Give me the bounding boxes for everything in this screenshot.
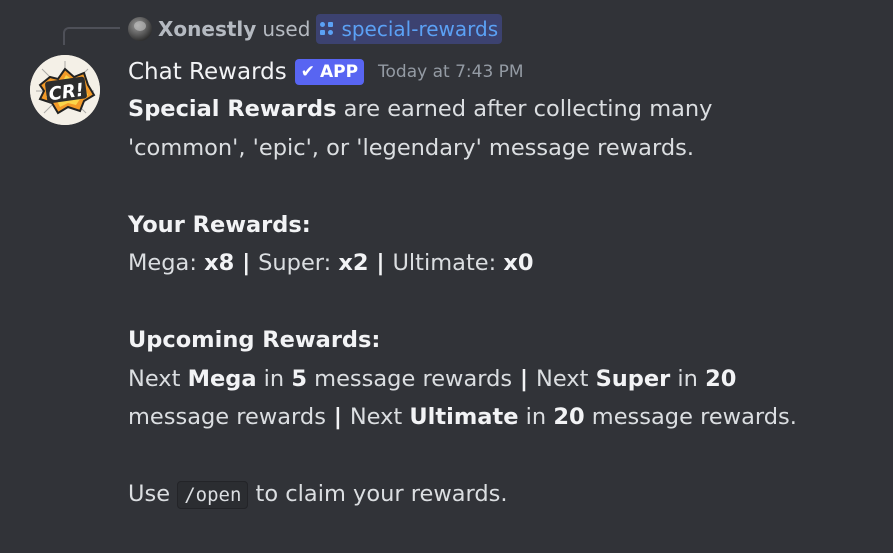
in-label: in <box>256 365 292 392</box>
bot-username[interactable]: Chat Rewards <box>128 59 287 85</box>
slash-command-icon <box>320 21 334 36</box>
ultimate-value: x0 <box>503 250 534 276</box>
super-label: Super: <box>258 250 339 276</box>
command-used-line: Xonestly used special-rewards <box>128 14 503 44</box>
next-label: Next <box>128 365 188 392</box>
message-rewards-text: message rewards <box>128 404 326 430</box>
message-content: Special Rewards are earned after collect… <box>128 90 868 515</box>
verified-check-icon: ✔ <box>300 62 315 82</box>
your-rewards-section: Your Rewards: Mega: x8 | Super: x2 | Ulti… <box>128 206 868 283</box>
intro-bold: Special Rewards <box>128 96 337 122</box>
message-header: Chat Rewards ✔ APP Today at 7:43 PM <box>128 56 524 88</box>
separator: | <box>368 250 393 276</box>
in-label: in <box>518 404 554 430</box>
separator: | <box>512 365 536 392</box>
super-count: 20 <box>705 365 737 392</box>
next-label: Next <box>535 365 596 392</box>
super-value: x2 <box>338 250 369 276</box>
mega-count: 5 <box>291 365 308 392</box>
separator: | <box>325 404 350 430</box>
user-avatar[interactable] <box>128 17 152 41</box>
ultimate-word: Ultimate <box>409 404 519 430</box>
upcoming-heading: Upcoming Rewards: <box>128 327 381 353</box>
intro-text: are earned after collecting many <box>336 96 713 122</box>
claim-instruction: Use /open to claim your rewards. <box>128 475 868 515</box>
use-label: Use <box>128 481 178 507</box>
ultimate-count: 20 <box>553 404 585 430</box>
command-mention[interactable]: special-rewards <box>316 14 503 44</box>
claim-text: to claim your rewards. <box>248 481 508 507</box>
your-rewards-heading: Your Rewards: <box>128 211 311 238</box>
intro-paragraph: Special Rewards are earned after collect… <box>128 90 868 167</box>
ultimate-label: Ultimate: <box>392 250 504 276</box>
mega-value: x8 <box>204 250 235 276</box>
in-label: in <box>670 365 706 392</box>
bot-avatar[interactable]: CR! <box>30 55 100 125</box>
mega-label: Mega: <box>128 250 205 276</box>
mega-word: Mega <box>187 365 257 392</box>
reply-username[interactable]: Xonestly <box>158 17 256 41</box>
command-name: special-rewards <box>341 16 499 41</box>
message-rewards-text: message rewards <box>307 365 513 392</box>
used-label: used <box>262 17 311 41</box>
intro-text-line2: 'common', 'epic', or 'legendary' message… <box>128 134 694 161</box>
app-badge: ✔ APP <box>294 59 365 85</box>
upcoming-rewards-section: Upcoming Rewards: Next Mega in 5 message … <box>128 321 868 437</box>
open-command-code: /open <box>177 481 249 509</box>
separator: | <box>234 250 259 276</box>
super-word: Super <box>595 365 671 392</box>
next-label: Next <box>349 404 410 430</box>
message-rewards-text: message rewards. <box>584 404 797 430</box>
timestamp[interactable]: Today at 7:43 PM <box>378 62 524 82</box>
chat-message: Xonestly used special-rewards CR! Chat R… <box>0 0 893 553</box>
app-badge-label: APP <box>319 62 359 82</box>
reply-spine <box>63 27 120 45</box>
